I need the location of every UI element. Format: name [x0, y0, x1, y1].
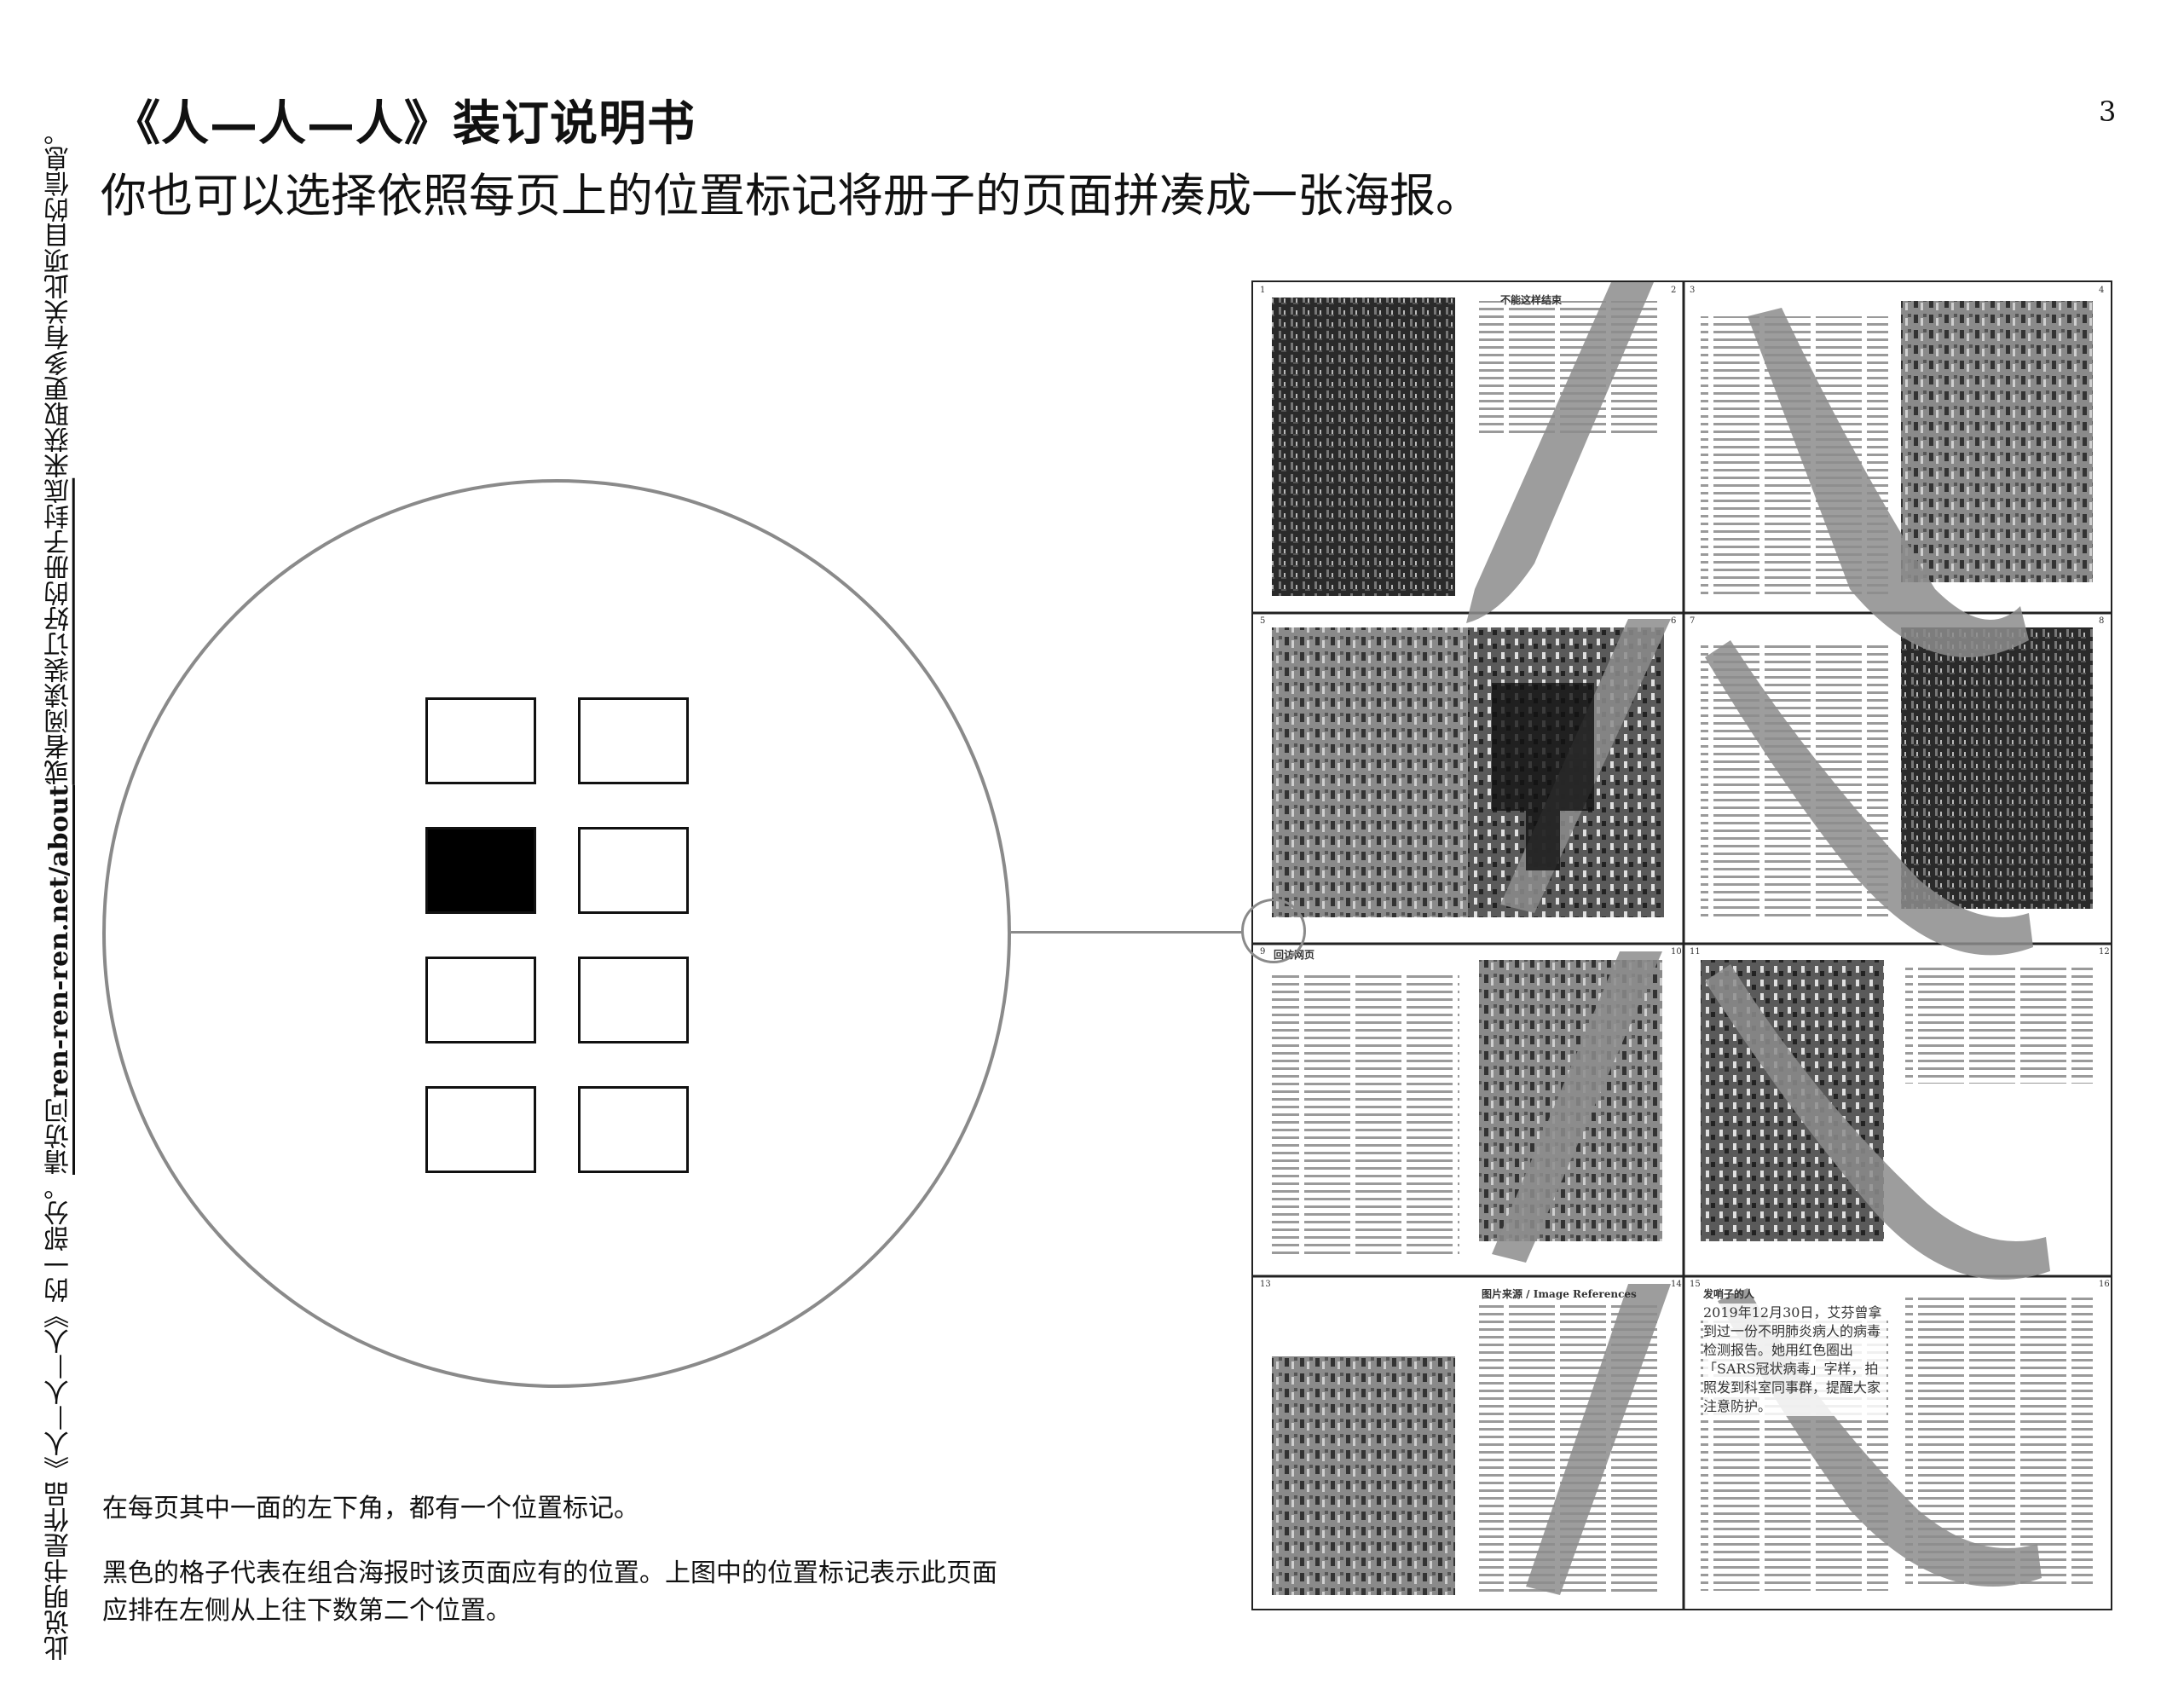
marker-cell-r3-c2	[578, 957, 689, 1043]
poster-page-number: 8	[2099, 616, 2105, 626]
side-note-suffix: 来获取更多有关此项目的信息。	[44, 119, 74, 478]
marker-cell-r2-c1-filled	[425, 827, 536, 914]
poster-page-number: 2	[1671, 286, 1677, 295]
poster-artwork	[1253, 282, 2111, 1609]
poster-heading-bottom-right: 发哨子的人	[1703, 1288, 1755, 1300]
side-note-prefix: 此说明书是作品《人—人—人》的一部分。	[44, 1175, 74, 1661]
poster-page-number: 16	[2099, 1280, 2110, 1289]
page-title: 《人—人—人》装订说明书	[113, 95, 696, 152]
poster-image-13	[1272, 1356, 1455, 1595]
assembled-poster: 不能这样结束 回访网页 图片来源 / Image References 发哨子的…	[1251, 280, 2112, 1610]
poster-image-1	[1272, 298, 1455, 596]
poster-page-number: 13	[1260, 1280, 1271, 1289]
poster-image-8	[1901, 627, 2093, 909]
marker-highlight-circle	[1241, 899, 1306, 963]
poster-heading-bottom-mid: 图片来源 / Image References	[1482, 1288, 1637, 1300]
poster-page-number: 5	[1260, 616, 1266, 626]
instruction-paragraph-1: 在每页其中一面的左下角，都有一个位置标记。	[102, 1494, 639, 1523]
marker-cell-r3-c1	[425, 957, 536, 1043]
about-link[interactable]: ren-ren-ren.net/about	[44, 785, 74, 1098]
poster-text-12	[1905, 964, 2093, 1084]
poster-page-number: 7	[1690, 616, 1696, 626]
side-note-visit: 请访问	[44, 1098, 74, 1175]
poster-page-number: 6	[1671, 616, 1677, 626]
poster-image-4	[1901, 301, 2093, 582]
side-note-alt: 或者阅读装订好的册子封底	[44, 477, 74, 785]
poster-heading-top-right: 不能这样结束	[1500, 294, 1563, 306]
poster-text-9	[1272, 973, 1459, 1254]
marker-cell-r1-c1	[425, 697, 536, 784]
poster-page-number: 4	[2099, 286, 2105, 295]
poster-page-number: 1	[1260, 286, 1266, 295]
poster-page-number: 3	[1690, 286, 1696, 295]
page-subtitle: 你也可以选择依照每页上的位置标记将册子的页面拼凑成一张海报。	[101, 169, 1482, 223]
poster-page-number: 12	[2099, 947, 2110, 957]
poster-image-5	[1272, 627, 1468, 917]
connector-line	[1011, 931, 1243, 934]
poster-page-number: 10	[1671, 947, 1682, 957]
marker-cell-r1-c2	[578, 697, 689, 784]
side-note: 此说明书是作品《人—人—人》的一部分。请访问ren-ren-ren.net/ab…	[32, 120, 87, 1661]
poster-page-number: 15	[1690, 1280, 1701, 1289]
marker-cell-r4-c1	[425, 1086, 536, 1173]
position-marker-magnifier	[102, 479, 1011, 1388]
poster-page-number: 14	[1671, 1280, 1682, 1289]
poster-page-number: 11	[1690, 947, 1701, 957]
poster-lead-text: 2019年12月30日，艾芬曾拿到过一份不明肺炎病人的病毒检测报告。她用红色圈出…	[1703, 1304, 1886, 1416]
instruction-paragraph-2: 黑色的格子代表在组合海报时该页面应有的位置。上图中的位置标记表示此页面应排在左侧…	[102, 1558, 997, 1626]
page-number: 3	[2099, 95, 2117, 128]
marker-cell-r2-c2	[578, 827, 689, 914]
marker-cell-r4-c2	[578, 1086, 689, 1173]
